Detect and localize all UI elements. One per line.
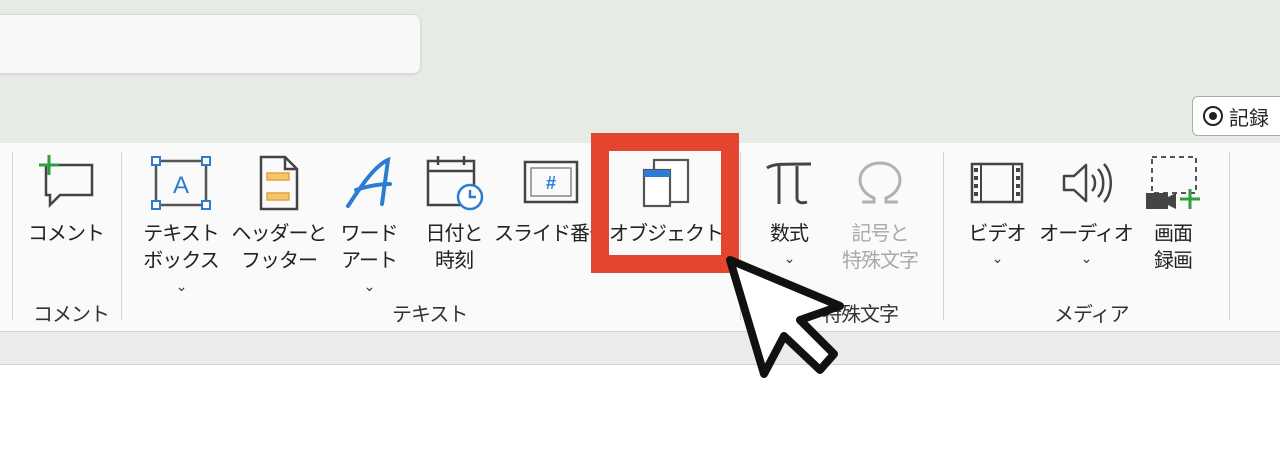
video-button[interactable]: ビデオ ⌄ [962,150,1032,269]
group-label-text: テキスト [392,302,468,326]
object-button[interactable]: オブジェクト [608,150,724,247]
audio-label: オーディオ [1039,221,1134,245]
comment-label: コメント [28,221,105,245]
group-label-comment: コメント [33,302,110,326]
equation-label: 数式 [770,221,809,245]
textbox-icon: A [150,150,212,216]
wordart-icon [342,150,396,216]
group-separator [1229,152,1230,320]
header-footer-label-line2: フッター [241,248,318,272]
comment-add-icon [36,150,96,216]
textbox-chevron-icon: ⌄ [175,279,188,295]
screen-recording-icon [1142,150,1204,216]
wordart-button[interactable]: ワード アート ⌄ [330,150,408,301]
object-label: オブジェクト [609,221,724,245]
group-separator [943,152,944,320]
screen-recording-button[interactable]: 画面 録画 [1140,150,1206,274]
ribbon-bottom-band [0,332,1280,365]
wordart-label-line2: アート [341,248,398,272]
header-footer-label-line1: ヘッダーと [231,221,328,245]
textbox-button[interactable]: A テキスト ボックス ⌄ [135,150,227,301]
group-separator [121,152,122,320]
comment-button[interactable]: コメント [28,150,105,247]
omega-icon [854,150,906,216]
group-label-media: メディア [1054,302,1130,326]
pi-icon [763,150,815,216]
slide-number-button[interactable]: # スライド番号 [494,150,609,247]
video-chevron-icon: ⌄ [991,251,1004,267]
wordart-chevron-icon: ⌄ [363,279,376,295]
slide-number-label: スライド番号 [494,221,609,245]
symbol-label-line1: 記号と [851,221,910,245]
slide-number-icon: # [522,150,580,216]
group-separator [12,152,13,320]
textbox-label-line1: テキスト [143,221,219,245]
record-icon [1203,106,1223,126]
wordart-label-line1: ワード [340,221,399,245]
audio-button[interactable]: オーディオ ⌄ [1039,150,1134,269]
record-button[interactable]: 記録 [1192,96,1280,136]
film-icon [969,150,1025,216]
audio-chevron-icon: ⌄ [1080,251,1093,267]
screen-recording-label-line2: 録画 [1154,248,1193,272]
pointer-cursor-icon [722,252,862,386]
record-label: 記録 [1229,105,1269,130]
svg-text:#: # [546,173,556,193]
object-icon [638,150,694,216]
svg-text:A: A [173,172,189,199]
video-label: ビデオ [968,221,1027,245]
date-time-label-line2: 時刻 [435,248,474,272]
header-footer-icon [255,150,303,216]
calendar-clock-icon [424,150,484,216]
screen-recording-label-line1: 画面 [1154,221,1193,245]
date-time-label-line1: 日付と [425,221,484,245]
date-time-button[interactable]: 日付と 時刻 [418,150,490,274]
header-footer-button[interactable]: ヘッダーと フッター [232,150,328,274]
search-input[interactable] [0,14,421,74]
speaker-icon [1058,150,1114,216]
textbox-label-line2: ボックス [143,248,219,272]
